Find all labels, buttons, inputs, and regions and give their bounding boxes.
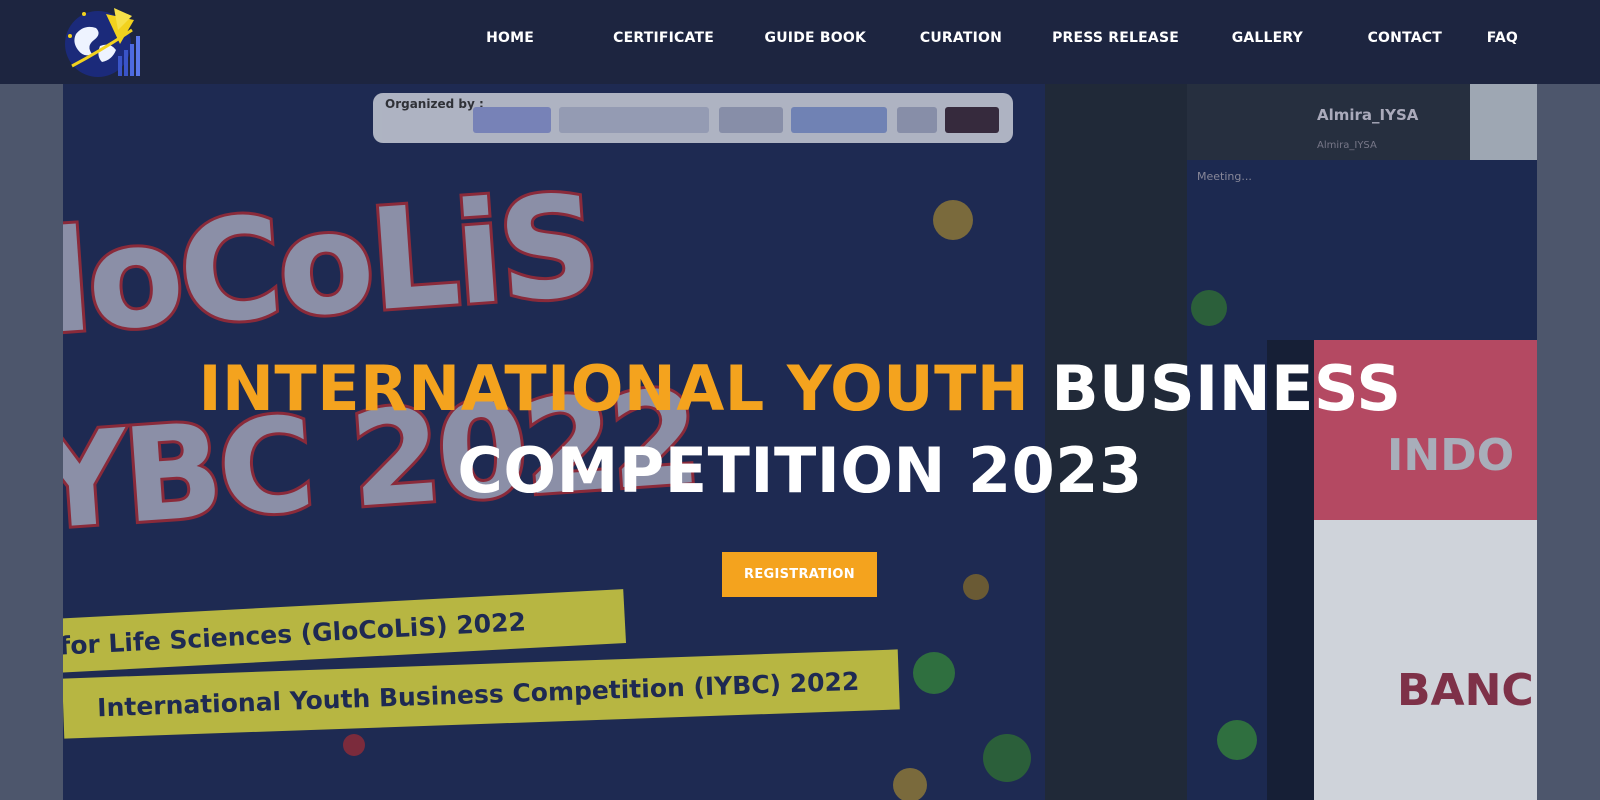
- site-header: HOME CERTIFICATE GUIDE BOOK CURATION PRE…: [0, 0, 1600, 84]
- organizer-logo-ulb: [719, 107, 783, 133]
- organizer-logo-ubcb: [945, 107, 999, 133]
- bg-meeting-label: Meeting...: [1197, 170, 1252, 183]
- bg-flag-text-bottom: BANC: [1397, 665, 1534, 716]
- hero-bg-video-thumb: [1470, 84, 1537, 160]
- hero-title-line1-rest: BUSINESS: [1051, 352, 1402, 425]
- nav-curation[interactable]: CURATION: [920, 30, 1002, 46]
- bg-molecule-ball: [983, 734, 1031, 782]
- bg-ribbon-glocolis: for Life Sciences (GloCoLiS) 2022: [63, 589, 627, 673]
- bg-molecule-ball: [343, 734, 365, 756]
- bg-molecule-ball: [913, 652, 955, 694]
- organizer-logo-university: [559, 107, 709, 133]
- bg-molecule-ball: [893, 768, 927, 800]
- nav-certificate[interactable]: CERTIFICATE: [613, 30, 714, 46]
- bg-ribbon-glocolis-text: for Life Sciences (GloCoLiS) 2022: [63, 606, 527, 661]
- bg-molecule-ball: [933, 200, 973, 240]
- nav-guide-book[interactable]: GUIDE BOOK: [765, 30, 866, 46]
- bg-flag-white: [1314, 520, 1537, 800]
- hero-title-line2: COMPETITION 2023: [457, 434, 1143, 507]
- organizer-logo-isb: [897, 107, 937, 133]
- organizer-logos-bar: Organized by :: [373, 93, 1013, 143]
- organized-by-label: Organized by :: [385, 97, 484, 111]
- nav-home[interactable]: HOME: [486, 30, 534, 46]
- bg-participant-name: Almira_IYSA: [1317, 106, 1419, 124]
- hero-title: INTERNATIONAL YOUTH BUSINESS COMPETITION…: [0, 348, 1600, 512]
- nav-faq[interactable]: FAQ: [1487, 30, 1518, 46]
- bg-ribbon-iybc-text: International Youth Business Competition…: [96, 666, 860, 722]
- registration-button[interactable]: REGISTRATION: [722, 552, 877, 597]
- bg-molecule-ball: [1217, 720, 1257, 760]
- nav-contact[interactable]: CONTACT: [1368, 30, 1442, 46]
- nav-press-release[interactable]: PRESS RELEASE: [1052, 30, 1179, 46]
- bg-molecule-ball: [1191, 290, 1227, 326]
- nav-gallery[interactable]: GALLERY: [1232, 30, 1303, 46]
- bg-participant-sub: Almira_IYSA: [1317, 140, 1377, 151]
- organizer-logo-business: [791, 107, 887, 133]
- hero-title-accent: INTERNATIONAL YOUTH: [198, 352, 1030, 425]
- organizer-logo-iysa: [473, 107, 551, 133]
- iysa-logo[interactable]: [62, 6, 144, 80]
- bg-molecule-ball: [963, 574, 989, 600]
- bg-glocolis-title: loCoLiS: [63, 162, 604, 369]
